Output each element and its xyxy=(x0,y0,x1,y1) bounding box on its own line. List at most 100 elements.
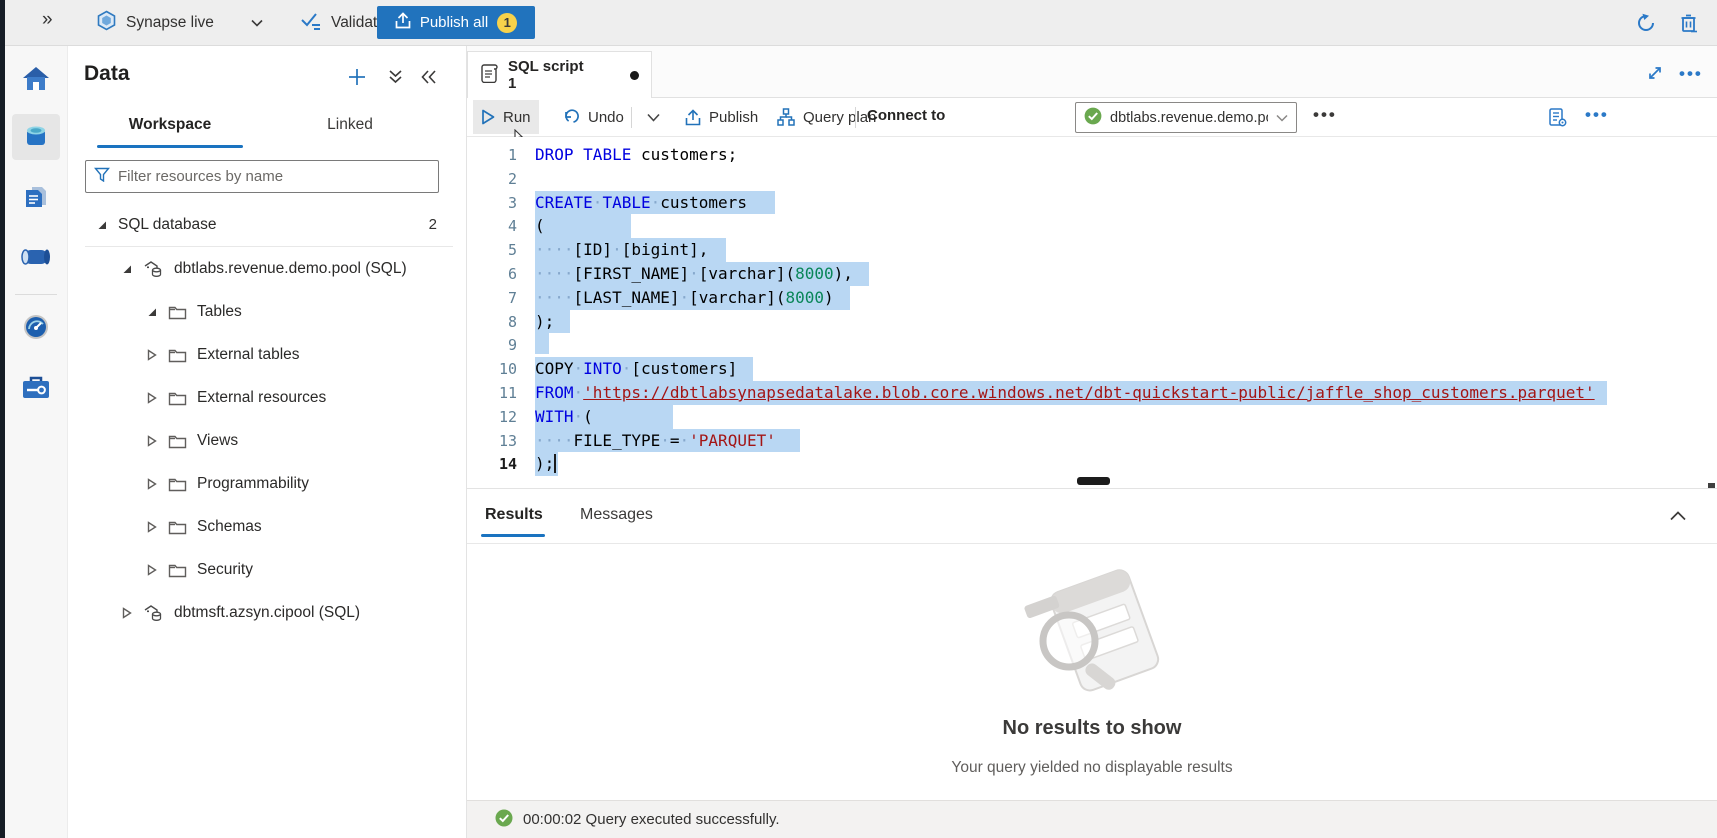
expanded-caret-icon[interactable] xyxy=(145,306,158,318)
collapsed-caret-icon[interactable] xyxy=(145,564,158,576)
tree-item-programmability[interactable]: Programmability xyxy=(68,462,467,505)
code-line[interactable]: 6····[FIRST_NAME]·[varchar](8000), xyxy=(467,262,1717,286)
pool-select-dropdown[interactable]: dbtlabs.revenue.demo.pool xyxy=(1075,102,1297,133)
code-editor[interactable]: 1DROP TABLE customers;23CREATE·TABLE·cus… xyxy=(467,137,1717,488)
tab-results[interactable]: Results xyxy=(485,499,543,531)
line-number: 6 xyxy=(467,263,517,287)
line-number: 8 xyxy=(467,311,517,335)
code-line[interactable]: 7····[LAST_NAME]·[varchar](8000) xyxy=(467,286,1717,310)
panel-resize-handle[interactable] xyxy=(1077,477,1110,485)
toolbar-more-button[interactable]: ••• xyxy=(1585,105,1609,125)
tab-workspace[interactable]: Workspace xyxy=(97,106,243,144)
nav-develop[interactable] xyxy=(12,174,60,220)
tree-item-external-tables[interactable]: External tables xyxy=(68,333,467,376)
code-line[interactable]: 1DROP TABLE customers; xyxy=(467,143,1717,167)
nav-manage[interactable] xyxy=(12,364,60,410)
tree-item-label: SQL database xyxy=(118,216,217,234)
publish-label: Publish xyxy=(709,109,758,126)
tab-messages[interactable]: Messages xyxy=(580,499,653,531)
empty-state-subtitle: Your query yielded no displayable result… xyxy=(467,759,1717,777)
toolbox-icon xyxy=(21,374,51,400)
properties-button[interactable] xyxy=(1539,100,1576,134)
tree-item-external-resources[interactable]: External resources xyxy=(68,376,467,419)
undo-label: Undo xyxy=(588,109,624,126)
expanded-caret-icon[interactable] xyxy=(120,263,133,275)
tree-item-dbtlabs-revenue-demo-pool-sql[interactable]: dbtlabs.revenue.demo.pool (SQL) xyxy=(68,247,467,290)
collapsed-caret-icon[interactable] xyxy=(145,478,158,490)
line-number: 11 xyxy=(467,382,517,406)
tree-item-schemas[interactable]: Schemas xyxy=(68,505,467,548)
database-icon xyxy=(22,123,50,151)
collapsed-caret-icon[interactable] xyxy=(145,349,158,361)
collapsed-caret-icon[interactable] xyxy=(145,521,158,533)
nav-data[interactable] xyxy=(12,114,60,160)
nav-rail xyxy=(5,46,68,838)
tree-item-dbtmsft-azsyn-cipool-sql[interactable]: dbtmsft.azsyn.cipool (SQL) xyxy=(68,591,467,634)
results-divider xyxy=(467,543,1717,544)
main-area: SQL script 1 ••• Run Undo xyxy=(467,46,1717,838)
collapsed-caret-icon[interactable] xyxy=(145,392,158,404)
discard-trash-button[interactable] xyxy=(1676,10,1702,36)
folder-icon xyxy=(168,390,187,406)
chevron-down-icon xyxy=(1276,114,1288,122)
code-line[interactable]: 5····[ID]·[bigint], xyxy=(467,238,1717,262)
collapse-results-icon[interactable] xyxy=(1665,503,1691,529)
nav-integrate[interactable] xyxy=(12,234,60,280)
upload-icon xyxy=(395,12,411,33)
publish-button[interactable]: Publish xyxy=(677,100,766,134)
play-icon xyxy=(481,109,495,125)
mode-selector[interactable]: Synapse live xyxy=(96,0,263,46)
tree-item-views[interactable]: Views xyxy=(68,419,467,462)
tree-item-sql-database[interactable]: SQL database2 xyxy=(68,203,467,246)
code-line[interactable]: 13····FILE_TYPE·=·'PARQUET' xyxy=(467,429,1717,453)
tree-item-label: External resources xyxy=(197,389,326,407)
selection-highlight: COPY·INTO·[customers] xyxy=(535,357,753,381)
code-line[interactable]: 11FROM·'https://dbtlabsynapsedatalake.bl… xyxy=(467,381,1717,405)
line-content: WITH·( xyxy=(535,407,673,426)
run-options-chevron[interactable] xyxy=(639,100,668,134)
collapsed-caret-icon[interactable] xyxy=(120,607,133,619)
tab-sql-script[interactable]: SQL script 1 xyxy=(467,51,652,98)
nav-home[interactable] xyxy=(12,56,60,102)
line-content xyxy=(535,335,549,354)
code-line[interactable]: 8); xyxy=(467,310,1717,334)
expand-all-icon[interactable] xyxy=(382,64,408,90)
expand-editor-icon[interactable] xyxy=(1642,60,1668,86)
code-line[interactable]: 10COPY·INTO·[customers] xyxy=(467,357,1717,381)
add-resource-button[interactable] xyxy=(344,64,370,90)
tree-item-label: Tables xyxy=(197,303,242,321)
expanded-caret-icon[interactable] xyxy=(95,219,108,231)
filter-input[interactable] xyxy=(118,168,430,185)
refresh-button[interactable] xyxy=(1633,10,1659,36)
publish-all-button[interactable]: Publish all 1 xyxy=(377,6,535,39)
tree-item-tables[interactable]: Tables xyxy=(68,290,467,333)
code-line[interactable]: 3CREATE·TABLE·customers xyxy=(467,191,1717,215)
selection-highlight: ( xyxy=(535,214,631,238)
filter-box xyxy=(85,160,439,193)
code-line[interactable]: 4( xyxy=(467,214,1717,238)
nav-monitor[interactable] xyxy=(12,304,60,350)
code-line[interactable]: 2 xyxy=(467,167,1717,191)
collapse-panel-icon[interactable] xyxy=(416,64,442,90)
home-icon xyxy=(21,66,51,92)
tab-strip-more-button[interactable]: ••• xyxy=(1679,64,1703,84)
selection-highlight: WITH·( xyxy=(535,405,673,429)
tree-item-security[interactable]: Security xyxy=(68,548,467,591)
code-line[interactable]: 14); xyxy=(467,452,1717,476)
code-line[interactable]: 12WITH·( xyxy=(467,405,1717,429)
results-panel: Results Messages xyxy=(467,488,1717,800)
folder-icon xyxy=(168,304,187,320)
run-button[interactable]: Run xyxy=(473,100,539,134)
selection-highlight: ····FILE_TYPE·=·'PARQUET' xyxy=(535,429,800,453)
sqlpool-icon xyxy=(143,603,164,622)
collapsed-caret-icon[interactable] xyxy=(145,435,158,447)
tree-item-label: Security xyxy=(197,561,253,579)
tab-linked[interactable]: Linked xyxy=(300,106,400,144)
expand-menu-icon[interactable]: » xyxy=(42,9,51,31)
connect-more-button[interactable]: ••• xyxy=(1313,105,1337,125)
tree-item-label: dbtmsft.azsyn.cipool (SQL) xyxy=(174,604,360,622)
line-content: DROP TABLE customers; xyxy=(535,145,737,164)
undo-button[interactable]: Undo xyxy=(555,100,632,134)
code-line[interactable]: 9 xyxy=(467,333,1717,357)
line-number: 5 xyxy=(467,239,517,263)
